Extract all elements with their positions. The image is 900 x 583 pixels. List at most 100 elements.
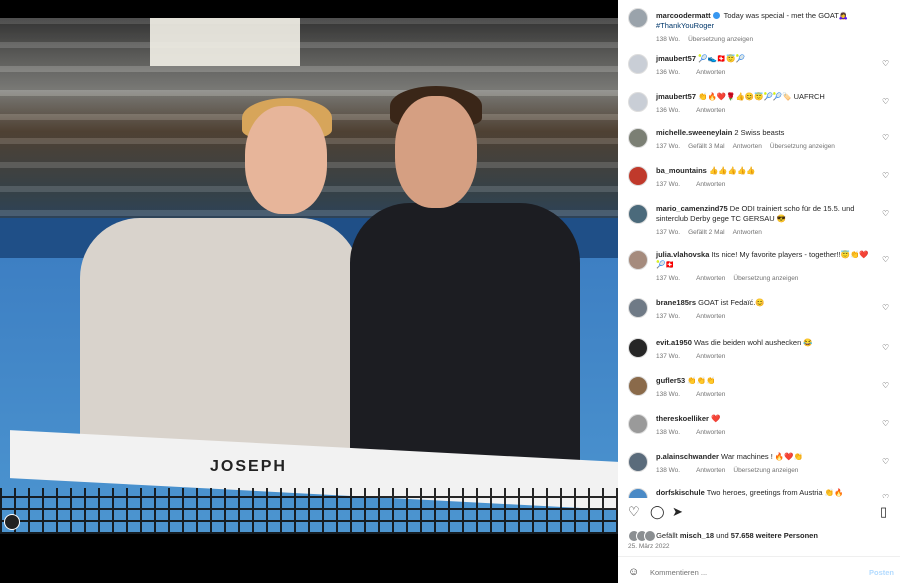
comment-like-icon[interactable]: ♡ xyxy=(882,458,890,466)
commenter-avatar[interactable] xyxy=(628,128,648,148)
comment-like-icon[interactable]: ♡ xyxy=(882,420,890,428)
comment-age: 137 Wo. xyxy=(656,313,681,320)
comment-like-icon[interactable]: ♡ xyxy=(882,382,890,390)
comment-list[interactable]: jmaubert57 🎾👟🇨🇭😇🎾 136 Wo. Antworten ♡ jmaube… xyxy=(628,52,894,498)
author-username[interactable]: marcoodermatt xyxy=(656,11,711,20)
comment-like-icon[interactable]: ♡ xyxy=(882,494,890,499)
comment-age: 137 Wo. xyxy=(656,275,681,282)
comment-likes[interactable]: Gefällt 2 Mal xyxy=(688,229,725,236)
post-button[interactable]: Posten xyxy=(869,568,894,577)
comment-text: 👏👏👏 xyxy=(687,376,716,385)
like-icon[interactable]: ♡ xyxy=(628,505,640,519)
net-mesh xyxy=(0,488,618,534)
likes-and: und xyxy=(716,531,729,540)
commenter-avatar[interactable] xyxy=(628,414,648,434)
translate-link[interactable]: Übersetzung anzeigen xyxy=(733,467,798,474)
commenter-avatar[interactable] xyxy=(628,376,648,396)
comment-composer: ☺ Kommentieren ... Posten xyxy=(628,566,894,580)
commenter-username[interactable]: gufler53 xyxy=(656,376,685,385)
reply-link[interactable]: Antworten xyxy=(696,69,725,76)
commenter-avatar[interactable] xyxy=(628,204,648,224)
likes-summary: Gefällt misch_18 und 57.658 weitere Pers… xyxy=(628,530,818,542)
reply-link[interactable]: Antworten xyxy=(696,429,725,436)
reply-link[interactable]: Antworten xyxy=(696,107,725,114)
user-tag-icon[interactable] xyxy=(4,514,20,530)
comment-text: 👍👍👍👍👍 xyxy=(708,166,756,175)
net-brand: JOSEPH xyxy=(210,458,287,475)
comment-text: 🎾👟🇨🇭😇🎾 xyxy=(698,54,745,63)
person-left xyxy=(80,218,360,468)
commenter-avatar[interactable] xyxy=(628,298,648,318)
post-age: 138 Wo. xyxy=(656,36,681,43)
comment-like-icon[interactable]: ♡ xyxy=(882,172,890,180)
commenter-username[interactable]: brane185rs xyxy=(656,298,696,307)
post-date: 25. März 2022 xyxy=(628,543,670,550)
likes-prefix: Gefällt xyxy=(656,531,678,540)
commenter-username[interactable]: jmaubert57 xyxy=(656,92,696,101)
caption-hashtag[interactable]: #ThankYouRoger xyxy=(656,21,714,30)
comment-input[interactable]: Kommentieren ... xyxy=(650,568,707,577)
comment-like-icon[interactable]: ♡ xyxy=(882,60,890,68)
reply-link[interactable]: Antworten xyxy=(696,353,725,360)
comment-like-icon[interactable]: ♡ xyxy=(882,98,890,106)
author-avatar[interactable] xyxy=(628,8,648,28)
comment-age: 136 Wo. xyxy=(656,107,681,114)
commenter-username[interactable]: p.alainschwander xyxy=(656,452,719,461)
comment-like-icon[interactable]: ♡ xyxy=(882,256,890,264)
reply-link[interactable]: Antworten xyxy=(696,181,725,188)
comment-age: 137 Wo. xyxy=(656,143,681,150)
action-bar: ♡ ◯ ➤ ▯ xyxy=(628,505,894,523)
reply-link[interactable]: Antworten xyxy=(733,229,762,236)
comment-like-icon[interactable]: ♡ xyxy=(882,134,890,142)
commenter-username[interactable]: evit.a1950 xyxy=(656,338,692,347)
emoji-icon[interactable]: ☺ xyxy=(628,566,639,578)
comment-like-icon[interactable]: ♡ xyxy=(882,344,890,352)
commenter-username[interactable]: michelle.sweeneylain xyxy=(656,128,732,137)
commenter-avatar[interactable] xyxy=(628,488,648,498)
commenter-username[interactable]: dorfskischule xyxy=(656,488,705,497)
comment-like-icon[interactable]: ♡ xyxy=(882,210,890,218)
commenter-username[interactable]: julia.vlahovska xyxy=(656,250,709,259)
comment-text: GOAT ist Fedaïć.😊 xyxy=(698,298,765,307)
share-icon[interactable]: ➤ xyxy=(672,505,683,519)
reply-link[interactable]: Antworten xyxy=(733,143,762,150)
translate-link[interactable]: Übersetzung anzeigen xyxy=(770,143,835,150)
comment-icon[interactable]: ◯ xyxy=(650,505,665,519)
comment-age: 138 Wo. xyxy=(656,391,681,398)
comment-likes[interactable]: Gefällt 3 Mal xyxy=(688,143,725,150)
reply-link[interactable]: Antworten xyxy=(696,313,725,320)
comment-age: 136 Wo. xyxy=(656,69,681,76)
comment-age: 137 Wo. xyxy=(656,353,681,360)
translate-link[interactable]: Übersetzung anzeigen xyxy=(733,275,798,282)
comment-text: War machines ! 🔥❤️👏 xyxy=(721,452,803,461)
commenter-username[interactable]: thereskoelliker xyxy=(656,414,709,423)
reply-link[interactable]: Antworten xyxy=(696,275,725,282)
liker-username[interactable]: misch_18 xyxy=(680,531,714,540)
likes-count[interactable]: 57.658 weitere Personen xyxy=(731,531,818,540)
commenter-username[interactable]: mario_camenzind75 xyxy=(656,204,728,213)
liker-avatars xyxy=(628,530,656,542)
commenter-avatar[interactable] xyxy=(628,250,648,270)
bookmark-icon[interactable]: ▯ xyxy=(880,505,887,519)
comment-text: Was die beiden wohl aushecken 😂 xyxy=(693,338,813,347)
commenter-avatar[interactable] xyxy=(628,452,648,472)
commenter-avatar[interactable] xyxy=(628,92,648,112)
commenter-username[interactable]: ba_mountains xyxy=(656,166,707,175)
caption-text: Today was special - met the GOAT🙇‍♀️ xyxy=(723,11,849,20)
divider xyxy=(618,556,900,557)
post-media-area: JOSEPH xyxy=(0,0,618,583)
comment-age: 138 Wo. xyxy=(656,429,681,436)
ceiling-light xyxy=(150,18,300,66)
commenter-avatar[interactable] xyxy=(628,166,648,186)
post-side-panel: marcoodermatt Today was special - met th… xyxy=(618,0,900,583)
reply-link[interactable]: Antworten xyxy=(696,467,725,474)
translate-link[interactable]: Übersetzung anzeigen xyxy=(688,36,753,43)
reply-link[interactable]: Antworten xyxy=(696,391,725,398)
comment-text: ❤️ xyxy=(711,414,721,423)
commenter-avatar[interactable] xyxy=(628,54,648,74)
post-photo[interactable]: JOSEPH xyxy=(0,18,618,534)
comment-like-icon[interactable]: ♡ xyxy=(882,304,890,312)
commenter-username[interactable]: jmaubert57 xyxy=(656,54,696,63)
person-right-head xyxy=(395,96,477,208)
commenter-avatar[interactable] xyxy=(628,338,648,358)
